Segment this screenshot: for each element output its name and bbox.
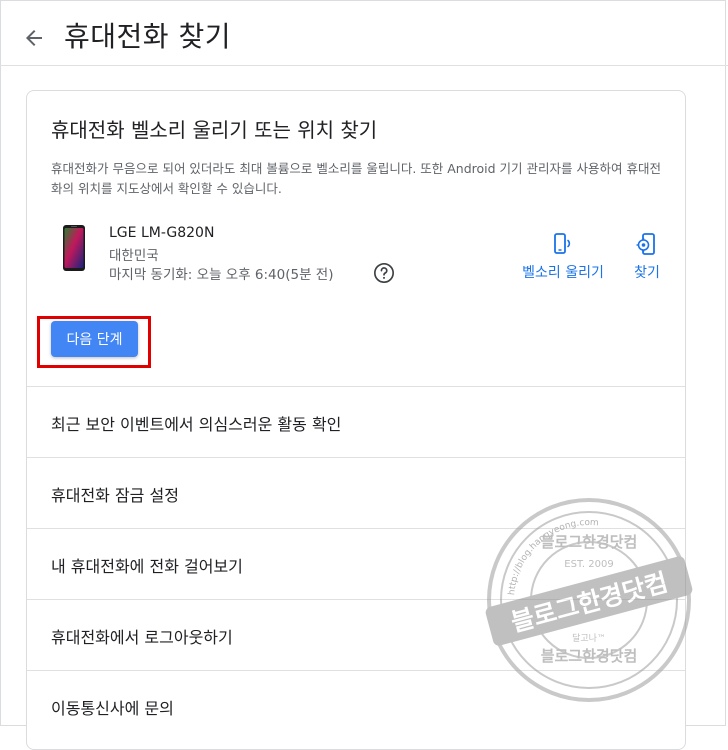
menu-item-call-phone[interactable]: 내 휴대전화에 전화 걸어보기 <box>27 528 685 599</box>
menu-item-label: 내 휴대전화에 전화 걸어보기 <box>51 557 243 576</box>
card-description: 휴대전화가 무음으로 되어 있더라도 최대 볼륨으로 벨소리를 울립니다. 또한… <box>51 161 661 196</box>
help-icon[interactable] <box>373 262 395 284</box>
ring-phone-label: 벨소리 울리기 <box>522 265 604 281</box>
next-step-button[interactable]: 다음 단계 <box>51 321 138 357</box>
device-last-sync: 마지막 동기화: 오늘 오후 6:40(5분 전) <box>109 267 334 283</box>
page-title: 휴대전화 찾기 <box>64 20 231 53</box>
find-phone-button[interactable]: 찾기 <box>627 232 667 282</box>
back-arrow-icon[interactable] <box>22 26 46 50</box>
menu-item-label: 이동통신사에 문의 <box>51 699 174 718</box>
device-name: LGE LM-G820N <box>109 225 215 241</box>
menu-item-contact-carrier[interactable]: 이동통신사에 문의 <box>27 670 685 741</box>
phone-thumbnail-icon <box>63 225 85 271</box>
locate-phone-icon <box>636 233 655 255</box>
find-phone-label: 찾기 <box>634 265 660 281</box>
menu-item-security-events[interactable]: 최근 보안 이벤트에서 의심스러운 활동 확인 <box>27 386 685 457</box>
menu-item-label: 휴대전화 잠금 설정 <box>51 486 179 505</box>
ring-phone-button[interactable]: 벨소리 울리기 <box>515 232 611 282</box>
card-title: 휴대전화 벨소리 울리기 또는 위치 찾기 <box>51 118 378 142</box>
menu-item-label: 최근 보안 이벤트에서 의심스러운 활동 확인 <box>51 415 342 434</box>
ring-phone-icon <box>554 233 571 254</box>
menu-item-label: 휴대전화에서 로그아웃하기 <box>51 628 233 647</box>
app-bar: 휴대전화 찾기 <box>0 0 728 66</box>
find-phone-card: 휴대전화 벨소리 울리기 또는 위치 찾기 휴대전화가 무음으로 되어 있더라도… <box>26 90 686 750</box>
menu-item-lock-phone[interactable]: 휴대전화 잠금 설정 <box>27 457 685 528</box>
device-country: 대한민국 <box>109 248 159 264</box>
menu-item-sign-out[interactable]: 휴대전화에서 로그아웃하기 <box>27 599 685 670</box>
